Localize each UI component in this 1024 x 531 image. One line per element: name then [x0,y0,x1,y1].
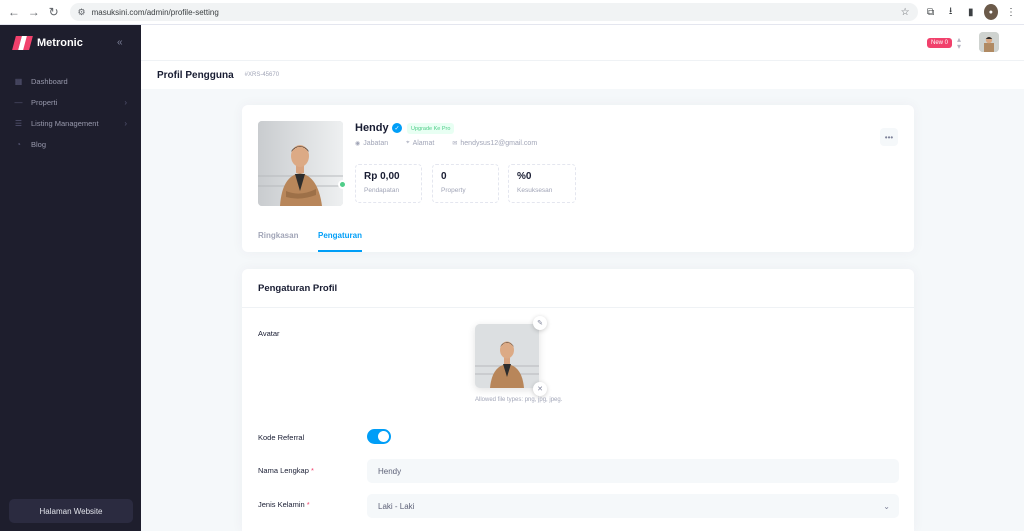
user-icon: ◉ [355,141,361,147]
stat-label: Pendapatan [364,187,400,194]
reload-icon[interactable]: ↻ [46,3,62,21]
fullname-value: Hendy [378,466,402,476]
page-toolbar: Profil Pengguna #XRS-45670 [141,61,1024,89]
brand-name: Metronic [37,37,83,49]
sidebar: Metronic « ▦ Dashboard — Properti › ☰ Li… [0,25,141,531]
sidebar-item-label: Listing Management [31,119,99,128]
gender-label: Jenis Kelamin * [258,500,310,509]
meta-alamat: ⌖ Alamat [406,140,443,147]
tab-pengaturan[interactable]: Pengaturan [318,231,363,252]
stat-value: %0 [517,171,532,182]
minus-icon: — [14,98,23,107]
fullname-label-text: Nama Lengkap [258,466,309,475]
menu-kebab-icon[interactable]: ⋮ [1004,4,1018,20]
gender-label-text: Jenis Kelamin [258,500,305,509]
gender-select[interactable]: Laki - Laki ⌄ [367,494,899,518]
location-pin-icon: ⌖ [406,140,410,146]
sort-icon[interactable]: ▴ ▾ [957,36,961,51]
sidebar-item-listing-management[interactable]: ☰ Listing Management › [0,113,141,134]
grid-icon: ▦ [14,77,23,86]
upgrade-pro-badge[interactable]: Upgrade Ke Pro [407,123,455,134]
browser-toolbar: ← → ↻ ⚙ masuksini.com/admin/profile-sett… [0,0,1024,25]
metronic-logo-icon [12,36,33,50]
address-bar[interactable]: ⚙ masuksini.com/admin/profile-setting ☆ [69,3,918,21]
tab-ringkasan[interactable]: Ringkasan [258,231,298,252]
collapse-sidebar-icon[interactable]: « [117,37,123,48]
halaman-website-button[interactable]: Halaman Website [9,499,133,523]
fullname-label: Nama Lengkap * [258,466,314,475]
sidebar-item-dashboard[interactable]: ▦ Dashboard [0,71,141,92]
chevron-right-icon: › [124,98,127,107]
edit-avatar-pencil-icon[interactable]: ✎ [533,316,547,330]
alamat-text: Alamat [412,140,435,147]
mail-icon: ✉ [452,141,458,147]
list-icon: ☰ [14,119,23,128]
page-title: Profil Pengguna [157,69,234,81]
user-avatar[interactable] [979,32,999,52]
stat-label: Property [441,187,466,194]
remove-avatar-close-icon[interactable]: ✕ [533,382,547,396]
meta-email: ✉ hendysus12@gmail.com [452,140,546,147]
chevron-right-icon: › [124,119,127,128]
profile-name: Hendy [355,122,389,134]
gender-value: Laki - Laki [378,501,415,511]
stat-label: Kesuksesan [517,187,553,194]
avatar-label: Avatar [258,329,280,338]
stat-value: Rp 0,00 [364,171,400,182]
referral-toggle[interactable] [367,429,391,444]
url-text: masuksini.com/admin/profile-setting [91,7,219,17]
circle-icon: ◔ [16,140,21,149]
settings-title: Pengaturan Profil [242,269,914,308]
meta-jabatan: ◉ Jabatan [355,140,397,147]
page-subtitle: #XRS-45670 [244,72,280,78]
bookmark-star-icon[interactable]: ☆ [901,7,910,18]
side-panel-icon[interactable]: ▮ [964,4,978,20]
required-asterisk: * [306,500,310,509]
stat-property: 0 Property [432,164,499,203]
chevron-down-icon: ⌄ [883,501,890,511]
avatar-image [475,324,539,388]
profile-photo [258,121,343,206]
extensions-icon[interactable]: ⧉ [924,4,938,20]
fullname-input[interactable]: Hendy [367,459,899,483]
new-notification-badge[interactable]: New 0 [927,38,953,48]
settings-card: Pengaturan Profil Avatar ✎ ✕ Allowed fil… [242,269,914,531]
forward-icon[interactable]: → [26,3,42,21]
jabatan-text: Jabatan [363,140,389,147]
stat-value: 0 [441,171,447,182]
required-asterisk: * [310,466,314,475]
avatar-file-hint: Allowed file types: png, jpg, jpeg. [475,397,563,403]
site-info-icon[interactable]: ⚙ [78,7,86,18]
sidebar-menu: ▦ Dashboard — Properti › ☰ Listing Manag… [0,71,141,155]
online-status-dot [338,180,347,189]
stat-pendapatan: Rp 0,00 Pendapatan [355,164,422,203]
stat-kesuksesan: %0 Kesuksesan [508,164,576,203]
referral-label: Kode Referral [258,433,305,442]
email-text: hendysus12@gmail.com [460,140,538,147]
profile-meta: ◉ Jabatan ⌖ Alamat ✉ hendysus12@gmail.com [355,140,555,147]
sidebar-item-blog[interactable]: ◔ Blog [0,134,141,155]
sidebar-item-label: Dashboard [31,77,68,86]
profile-avatar-icon[interactable]: ● [983,4,998,20]
verified-check-icon: ✓ [392,123,402,133]
top-header: New 0 ▴ ▾ [141,25,1024,61]
more-options-button[interactable]: ••• [880,128,898,146]
profile-card: Hendy ✓ Upgrade Ke Pro ◉ Jabatan ⌖ Alamat … [242,105,914,252]
sidebar-item-label: Properti [31,98,58,107]
sidebar-item-label: Blog [31,140,47,149]
back-icon[interactable]: ← [6,3,22,21]
download-icon[interactable]: ⭳ [944,4,958,20]
sidebar-item-properti[interactable]: — Properti › [0,92,141,113]
